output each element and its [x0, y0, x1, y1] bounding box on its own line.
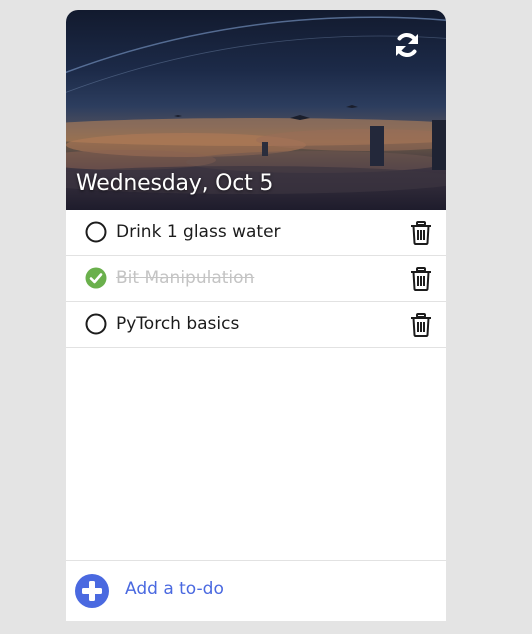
- circle-outline-icon: [85, 221, 107, 243]
- todo-item: Drink 1 glass water: [66, 210, 446, 256]
- refresh-button[interactable]: [392, 30, 422, 60]
- todo-item: PyTorch basics: [66, 302, 446, 348]
- todo-checkbox[interactable]: [85, 221, 107, 243]
- todo-checkbox[interactable]: [85, 267, 107, 289]
- trash-icon: [411, 267, 431, 291]
- refresh-icon: [396, 33, 418, 57]
- add-todo-button[interactable]: [75, 574, 109, 608]
- todo-list: Drink 1 glass water Bit Manipulation PyT…: [66, 210, 446, 348]
- plus-circle-icon: [75, 574, 109, 608]
- header-banner: Wednesday, Oct 5: [66, 10, 446, 210]
- todo-text: Drink 1 glass water: [116, 222, 281, 242]
- trash-icon: [411, 313, 431, 337]
- todo-text: PyTorch basics: [116, 314, 240, 334]
- delete-button[interactable]: [410, 221, 432, 245]
- delete-button[interactable]: [410, 313, 432, 337]
- check-circle-icon: [85, 267, 107, 289]
- todo-item: Bit Manipulation: [66, 256, 446, 302]
- todo-text: Bit Manipulation: [116, 268, 255, 288]
- add-todo-bar: Add a to-do: [66, 560, 446, 621]
- trash-icon: [411, 221, 431, 245]
- todo-checkbox[interactable]: [85, 313, 107, 335]
- add-todo-label[interactable]: Add a to-do: [125, 579, 224, 599]
- todo-card: Wednesday, Oct 5 Drink 1 glass water Bit…: [66, 10, 446, 621]
- date-heading: Wednesday, Oct 5: [76, 171, 274, 196]
- delete-button[interactable]: [410, 267, 432, 291]
- circle-outline-icon: [85, 313, 107, 335]
